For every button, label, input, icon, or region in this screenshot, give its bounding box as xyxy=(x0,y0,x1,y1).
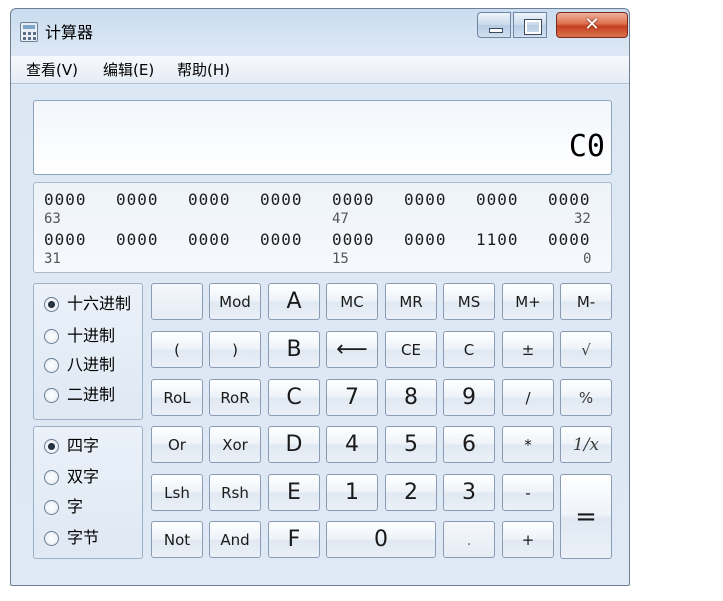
hex-f-button[interactable]: F xyxy=(268,521,320,558)
radio-unselected-icon xyxy=(44,358,59,373)
bit-nibble[interactable]: 0000 xyxy=(260,231,303,249)
or-button[interactable]: Or xyxy=(151,426,203,463)
menu-help[interactable]: 帮助(H) xyxy=(177,60,230,80)
close-button[interactable]: ✕ xyxy=(556,12,628,38)
radio-selected-icon xyxy=(44,297,59,312)
bit-position-label: 15 xyxy=(332,251,349,267)
maximize-icon xyxy=(524,19,542,35)
maximize-button[interactable] xyxy=(513,12,547,38)
calculator-app-icon[interactable] xyxy=(20,22,38,42)
hex-c-button[interactable]: C xyxy=(268,379,320,416)
equals-button[interactable]: = xyxy=(560,474,612,559)
m-plus-button[interactable]: M+ xyxy=(502,283,554,320)
bit-nibble[interactable]: 0000 xyxy=(332,191,375,209)
backspace-button[interactable]: ⟵ xyxy=(326,331,378,368)
window-title: 计算器 xyxy=(45,23,94,42)
digit-7-button[interactable]: 7 xyxy=(326,379,378,416)
left-paren-button[interactable]: ( xyxy=(151,331,203,368)
right-paren-button[interactable]: ) xyxy=(209,331,261,368)
minus-button[interactable]: - xyxy=(502,474,554,511)
bit-nibble[interactable]: 0000 xyxy=(116,191,159,209)
menu-edit[interactable]: 编辑(E) xyxy=(103,60,154,80)
mr-button[interactable]: MR xyxy=(385,283,437,320)
plus-button[interactable]: + xyxy=(502,521,554,558)
sqrt-button[interactable]: √ xyxy=(560,331,612,368)
bit-nibble[interactable]: 0000 xyxy=(332,231,375,249)
radio-unselected-icon xyxy=(44,470,59,485)
radio-unselected-icon xyxy=(44,388,59,403)
ror-button[interactable]: RoR xyxy=(209,379,261,416)
blank-key[interactable] xyxy=(151,283,203,320)
bit-position-label: 47 xyxy=(332,211,349,227)
clear-button[interactable]: C xyxy=(443,331,495,368)
digit-1-button[interactable]: 1 xyxy=(326,474,378,511)
minimize-button[interactable] xyxy=(477,12,511,38)
bit-nibble[interactable]: 0000 xyxy=(188,191,231,209)
rsh-button[interactable]: Rsh xyxy=(209,474,261,511)
and-button[interactable]: And xyxy=(209,521,261,558)
bit-nibble[interactable]: 0000 xyxy=(548,231,591,249)
close-icon: ✕ xyxy=(584,14,600,35)
hex-a-button[interactable]: A xyxy=(268,283,320,320)
bit-nibble[interactable]: 0000 xyxy=(260,191,303,209)
bit-nibble[interactable]: 0000 xyxy=(116,231,159,249)
mod-button[interactable]: Mod xyxy=(209,283,261,320)
rol-button[interactable]: RoL xyxy=(151,379,203,416)
menu-view[interactable]: 查看(V) xyxy=(26,60,78,80)
xor-button[interactable]: Xor xyxy=(209,426,261,463)
radio-unselected-icon xyxy=(44,329,59,344)
bit-position-label: 0 xyxy=(583,251,592,267)
display-value: C0 xyxy=(568,129,605,164)
digit-5-button[interactable]: 5 xyxy=(385,426,437,463)
percent-button[interactable]: % xyxy=(560,379,612,416)
radio-selected-icon xyxy=(44,439,59,454)
digit-6-button[interactable]: 6 xyxy=(443,426,495,463)
bit-nibble[interactable]: 0000 xyxy=(404,191,447,209)
hex-b-button[interactable]: B xyxy=(268,331,320,368)
hex-d-button[interactable]: D xyxy=(268,426,320,463)
decimal-button[interactable]: . xyxy=(443,521,495,558)
bit-position-label: 32 xyxy=(574,211,591,227)
multiply-button[interactable]: * xyxy=(502,426,554,463)
divide-button[interactable]: / xyxy=(502,379,554,416)
m-minus-button[interactable]: M- xyxy=(560,283,612,320)
bit-nibble[interactable]: 0000 xyxy=(44,191,87,209)
not-button[interactable]: Not xyxy=(151,521,203,558)
bit-position-label: 31 xyxy=(44,251,61,267)
bit-nibble[interactable]: 0000 xyxy=(404,231,447,249)
bit-nibble[interactable]: 0000 xyxy=(476,191,519,209)
bit-position-label: 63 xyxy=(44,211,61,227)
digit-4-button[interactable]: 4 xyxy=(326,426,378,463)
digit-9-button[interactable]: 9 xyxy=(443,379,495,416)
digit-8-button[interactable]: 8 xyxy=(385,379,437,416)
bit-nibble[interactable]: 1100 xyxy=(476,231,519,249)
ms-button[interactable]: MS xyxy=(443,283,495,320)
digit-3-button[interactable]: 3 xyxy=(443,474,495,511)
minimize-icon xyxy=(489,28,503,33)
radio-unselected-icon xyxy=(44,500,59,515)
lsh-button[interactable]: Lsh xyxy=(151,474,203,511)
radio-unselected-icon xyxy=(44,531,59,546)
hex-e-button[interactable]: E xyxy=(268,474,320,511)
bit-nibble[interactable]: 0000 xyxy=(188,231,231,249)
digit-0-button[interactable]: 0 xyxy=(326,521,436,558)
plus-minus-button[interactable]: ± xyxy=(502,331,554,368)
bit-nibble[interactable]: 0000 xyxy=(548,191,591,209)
bit-nibble[interactable]: 0000 xyxy=(44,231,87,249)
reciprocal-button[interactable]: 1/x xyxy=(560,426,612,463)
mc-button[interactable]: MC xyxy=(326,283,378,320)
digit-2-button[interactable]: 2 xyxy=(385,474,437,511)
ce-button[interactable]: CE xyxy=(385,331,437,368)
